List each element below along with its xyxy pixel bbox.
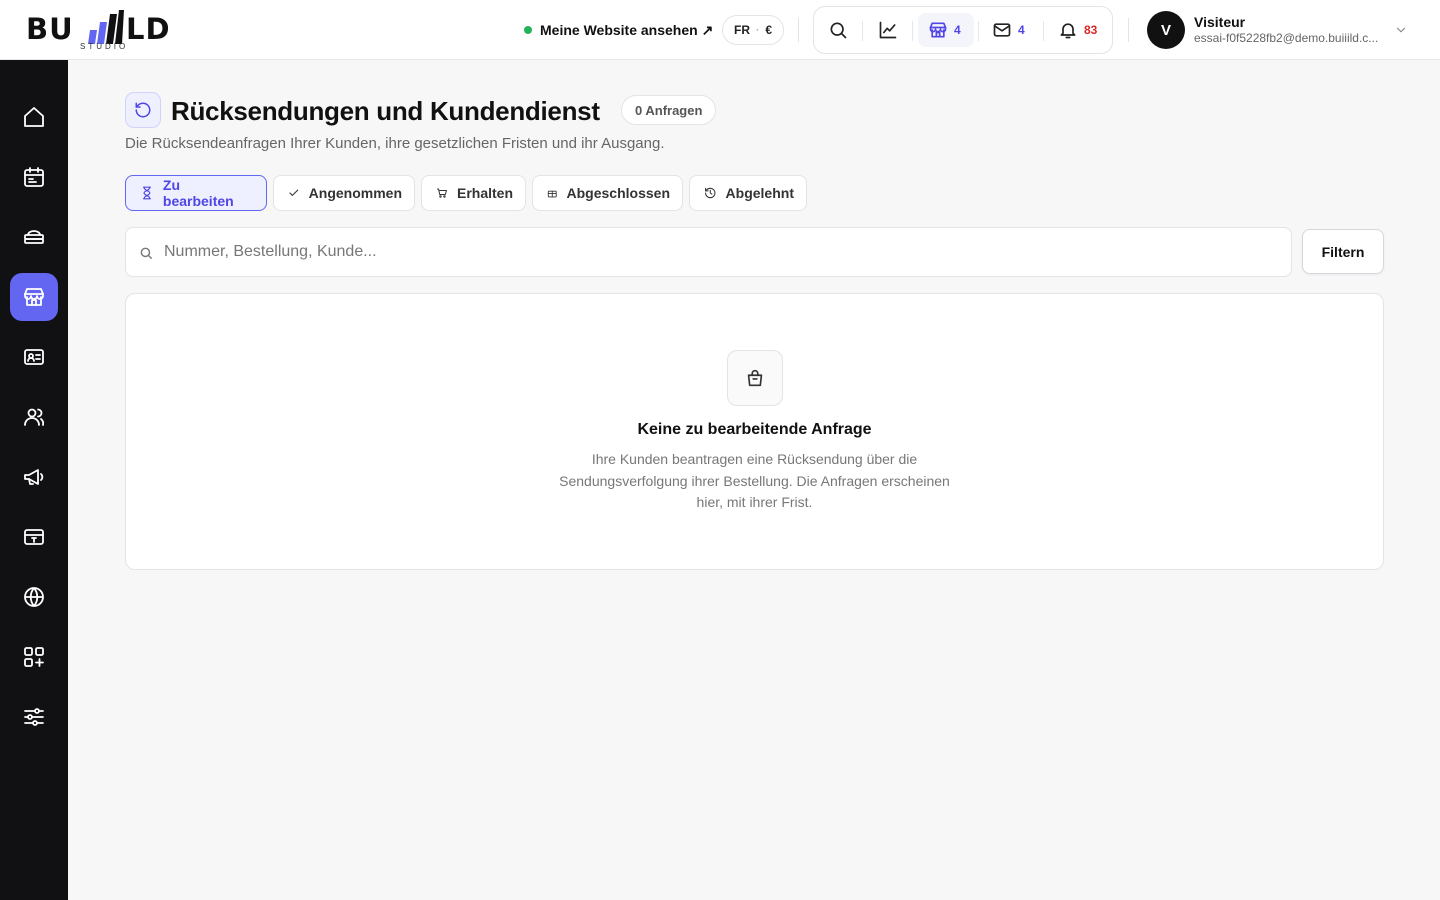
language-code: FR — [733, 23, 750, 37]
returns-icon-badge — [125, 92, 161, 128]
logo-subtitle: STUDIO — [80, 42, 129, 51]
sidebar-item-apps[interactable] — [10, 633, 58, 681]
store-button[interactable]: 4 — [918, 13, 974, 47]
analytics-button[interactable] — [874, 13, 902, 47]
calendar-icon — [24, 167, 44, 187]
filter-button[interactable]: Filtern — [1302, 229, 1384, 274]
top-bar: BU LD STUDIO Meine Website ansehen ↗ FR … — [0, 0, 1440, 60]
tab-completed[interactable]: Abgeschlossen — [532, 175, 683, 211]
divider — [1128, 18, 1129, 42]
bell-icon — [1060, 23, 1076, 39]
credit-card-icon — [24, 529, 44, 545]
search-input[interactable] — [164, 228, 1274, 276]
search-button[interactable] — [824, 13, 852, 47]
search-bar — [125, 227, 1292, 277]
tab-label: Zu bearbeiten — [162, 177, 234, 209]
sidebar-item-stack[interactable] — [10, 213, 58, 261]
divider — [798, 18, 799, 42]
history-icon — [705, 187, 716, 199]
globe-icon — [24, 587, 44, 607]
view-website-label: Meine Website ansehen ↗ — [540, 21, 714, 38]
chevron-down-icon[interactable] — [1394, 23, 1408, 37]
sidebar-item-contacts[interactable] — [10, 333, 58, 381]
tab-received[interactable]: Erhalten — [421, 175, 526, 211]
empty-state-icon-box — [727, 350, 783, 406]
tab-rejected[interactable]: Abgelehnt — [689, 175, 807, 211]
request-count-badge: 0 Anfragen — [621, 95, 717, 125]
sidebar-item-home[interactable] — [10, 93, 58, 141]
currency-symbol: € — [765, 23, 773, 37]
tab-label: Erhalten — [456, 185, 513, 201]
divider — [912, 21, 913, 41]
empty-state-text: Ihre Kunden beantragen eine Rücksendung … — [559, 451, 950, 510]
users-icon — [24, 408, 45, 426]
user-name[interactable]: Visiteur — [1194, 14, 1245, 30]
sliders-icon — [24, 708, 44, 726]
store-count: 4 — [954, 23, 961, 37]
cart-icon — [436, 188, 447, 198]
divider — [862, 21, 863, 41]
tab-label: Abgelehnt — [725, 185, 794, 201]
language-currency-switcher[interactable]: FR · € — [722, 15, 784, 45]
messages-button[interactable]: 4 — [992, 13, 1032, 47]
gift-icon — [547, 190, 557, 198]
search-icon — [140, 247, 152, 259]
megaphone-icon — [24, 469, 44, 485]
store-icon — [929, 22, 947, 38]
page-title: Rücksendungen und Kundendienst — [171, 96, 600, 126]
tab-accepted[interactable]: Angenommen — [273, 175, 415, 211]
empty-state-title: Keine zu bearbeitende Anfrage — [637, 421, 872, 438]
sidebar-item-store[interactable] — [10, 273, 58, 321]
search-icon — [830, 22, 847, 39]
sidebar-item-payments[interactable] — [10, 513, 58, 561]
apps-icon — [24, 647, 44, 667]
undo-icon — [135, 102, 151, 118]
sidebar-item-settings[interactable] — [10, 693, 58, 741]
sidebar-item-customers[interactable] — [10, 393, 58, 441]
lang-separator: · — [755, 24, 760, 36]
sidebar-item-marketing[interactable] — [10, 453, 58, 501]
avatar[interactable]: V — [1147, 11, 1185, 49]
sidebar-item-calendar[interactable] — [10, 153, 58, 201]
page-subtitle: Die Rücksendeanfragen Ihrer Kunden, ihre… — [125, 135, 665, 152]
shopping-bag-icon — [747, 369, 763, 387]
empty-state-card: Keine zu bearbeitende Anfrage Ihre Kunde… — [125, 293, 1384, 570]
mail-count: 4 — [1018, 23, 1025, 37]
quick-actions: 4 4 83 — [813, 6, 1113, 54]
logo-text-right: LD — [126, 12, 171, 46]
check-icon — [289, 189, 299, 196]
notification-count: 83 — [1084, 23, 1098, 37]
contact-card-icon — [24, 349, 44, 365]
logo-bars-icon — [88, 10, 124, 44]
notifications-button[interactable]: 83 — [1058, 13, 1104, 47]
store-icon — [24, 288, 44, 306]
tab-label: Angenommen — [308, 185, 402, 201]
home-icon — [24, 107, 44, 127]
mail-icon — [993, 23, 1011, 37]
logo[interactable]: BU LD STUDIO — [26, 8, 186, 52]
layers-icon — [24, 230, 44, 244]
view-website-link[interactable]: Meine Website ansehen ↗ — [524, 18, 713, 42]
tab-label: Abgeschlossen — [566, 185, 670, 201]
logo-text-left: BU — [26, 12, 74, 46]
divider — [1043, 21, 1044, 41]
online-status-dot — [524, 26, 532, 34]
hourglass-icon — [142, 186, 151, 200]
divider — [978, 21, 979, 41]
sidebar — [0, 60, 68, 900]
chart-line-icon — [879, 21, 897, 39]
tab-to-process[interactable]: Zu bearbeiten — [125, 175, 267, 211]
sidebar-item-website[interactable] — [10, 573, 58, 621]
user-email: essai-f0f5228fb2@demo.buiiild.c... — [1194, 31, 1379, 45]
